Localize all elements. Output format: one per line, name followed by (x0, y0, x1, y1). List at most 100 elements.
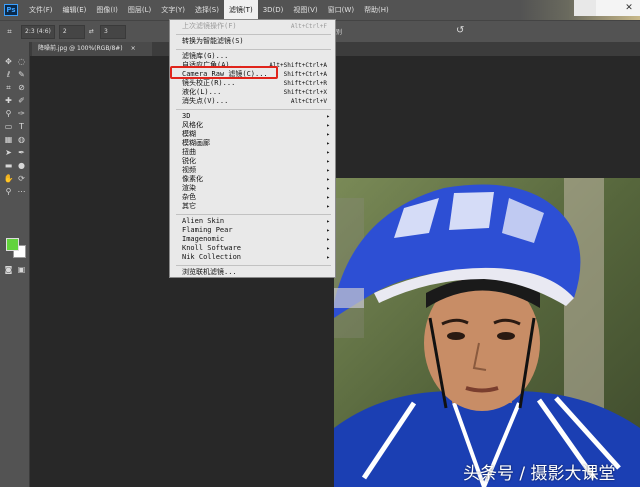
photo-illustration (334, 178, 640, 487)
screen-mode-icon[interactable]: ▣ (16, 264, 27, 275)
photo-boy-cyclist (334, 178, 640, 487)
plugin-alien-skin-label: Alien Skin (182, 217, 225, 225)
menu-help[interactable]: 帮助(H) (359, 0, 394, 20)
menu-separator (176, 265, 331, 266)
marquee-tool-icon[interactable]: ◌ (16, 56, 27, 67)
last-filter-label: 上次滤镜操作(F) (182, 22, 237, 30)
submenu-arrow-icon: ▸ (326, 218, 330, 225)
submenu-3d-label: 3D (182, 112, 191, 120)
plugin-knoll-software[interactable]: Knoll Software ▸ (170, 244, 335, 253)
menu-file[interactable]: 文件(F) (24, 0, 58, 20)
history-brush-icon[interactable]: ✑ (16, 108, 27, 119)
plugin-imagenomic-label: Imagenomic (182, 235, 225, 243)
submenu-video[interactable]: 视频 ▸ (170, 166, 335, 175)
submenu-arrow-icon: ▸ (326, 227, 330, 234)
submenu-3d[interactable]: 3D ▸ (170, 112, 335, 121)
submenu-sharpen[interactable]: 锐化 ▸ (170, 157, 335, 166)
swap-icon[interactable]: ⇄ (89, 28, 94, 35)
maximize-button[interactable] (596, 0, 618, 16)
liquify-item[interactable]: 液化(L)... Shift+Ctrl+X (170, 88, 335, 97)
submenu-arrow-icon: ▸ (326, 113, 330, 120)
path-select-icon[interactable]: ➤ (3, 147, 14, 158)
submenu-pixelate[interactable]: 像素化 ▸ (170, 175, 335, 184)
menu-type[interactable]: 文字(Y) (156, 0, 190, 20)
lens-correction-label: 镜头校正(R)... (182, 79, 236, 87)
plugin-imagenomic[interactable]: Imagenomic ▸ (170, 235, 335, 244)
menu-3d[interactable]: 3D(D) (258, 0, 289, 20)
gradient-tool-icon[interactable]: ▦ (3, 134, 14, 145)
eraser-icon[interactable]: ▭ (3, 121, 14, 132)
quick-mask-icon[interactable]: ◙ (3, 264, 14, 275)
menu-filter[interactable]: 滤镜(T) (223, 0, 258, 20)
submenu-stylize[interactable]: 风格化 ▸ (170, 121, 335, 130)
plugin-alien-skin[interactable]: Alien Skin ▸ (170, 217, 335, 226)
submenu-arrow-icon: ▸ (326, 158, 330, 165)
plugin-flaming-pear[interactable]: Flaming Pear ▸ (170, 226, 335, 235)
submenu-arrow-icon: ▸ (326, 131, 330, 138)
foreground-color-swatch[interactable] (6, 238, 19, 251)
menu-window[interactable]: 窗口(W) (323, 0, 359, 20)
menu-image[interactable]: 图像(I) (91, 0, 123, 20)
tab-close-icon[interactable]: × (131, 45, 136, 52)
filter-gallery-item[interactable]: 滤镜库(G)... (170, 52, 335, 61)
menu-view[interactable]: 视图(V) (288, 0, 322, 20)
ratio-height-input[interactable]: 3 (99, 24, 126, 39)
menu-edit[interactable]: 编辑(E) (58, 0, 92, 20)
submenu-arrow-icon: ▸ (326, 122, 330, 129)
more-tools-icon[interactable]: ⋯ (16, 186, 27, 197)
photoshop-logo: Ps (4, 4, 18, 16)
submenu-stylize-label: 风格化 (182, 121, 203, 129)
menu-layer[interactable]: 图层(L) (123, 0, 156, 20)
crop-tool-icon[interactable]: ⌗ (4, 26, 15, 37)
reset-icon[interactable]: ↺ (456, 25, 464, 36)
menu-select[interactable]: 选择(S) (190, 0, 224, 20)
clone-stamp-icon[interactable]: ⚲ (3, 108, 14, 119)
menu-separator (176, 214, 331, 215)
ratio-select[interactable]: 2:3 (4:6) (21, 24, 55, 39)
submenu-noise-label: 杂色 (182, 193, 196, 201)
submenu-arrow-icon: ▸ (326, 185, 330, 192)
submenu-distort[interactable]: 扭曲 ▸ (170, 148, 335, 157)
submenu-pixelate-label: 像素化 (182, 175, 203, 183)
quick-select-icon[interactable]: ✎ (16, 69, 27, 80)
healing-brush-icon[interactable]: ✚ (3, 95, 14, 106)
submenu-blur[interactable]: 模糊 ▸ (170, 130, 335, 139)
submenu-blur-label: 模糊 (182, 130, 196, 138)
rectangle-tool-icon[interactable]: ▬ (3, 160, 14, 171)
liquify-shortcut: Shift+Ctrl+X (283, 89, 327, 96)
lasso-tool-icon[interactable]: ℓ (3, 69, 14, 80)
lens-correction-shortcut: Shift+Ctrl+R (283, 80, 327, 87)
close-button[interactable]: ✕ (618, 0, 640, 16)
plugin-nik-collection-label: Nik Collection (182, 253, 242, 261)
rotate-view-icon[interactable]: ⟳ (16, 173, 27, 184)
plugin-nik-collection[interactable]: Nik Collection ▸ (170, 253, 335, 262)
browse-filters-online-item[interactable]: 浏览联机滤镜... (170, 268, 335, 277)
plugin-knoll-software-label: Knoll Software (182, 244, 242, 252)
plugin-flaming-pear-label: Flaming Pear (182, 226, 233, 234)
lens-correction-item[interactable]: 镜头校正(R)... Shift+Ctrl+R (170, 79, 335, 88)
type-tool-icon[interactable]: T (16, 121, 27, 132)
zoom-tool-icon[interactable]: ⚲ (3, 186, 14, 197)
ratio-width-input[interactable]: 2 (58, 24, 85, 39)
minimize-button[interactable] (574, 0, 596, 16)
menu-separator (176, 109, 331, 110)
submenu-render[interactable]: 渲染 ▸ (170, 184, 335, 193)
last-filter-shortcut: Alt+Ctrl+F (290, 23, 327, 30)
eyedropper-icon[interactable]: ⊘ (16, 82, 27, 93)
submenu-other[interactable]: 其它 ▸ (170, 202, 335, 211)
submenu-arrow-icon: ▸ (326, 236, 330, 243)
convert-smart-filter-item[interactable]: 转换为智能滤镜(S) (170, 37, 335, 46)
crop-icon[interactable]: ⌗ (3, 82, 14, 93)
submenu-blur-gallery[interactable]: 模糊画廊 ▸ (170, 139, 335, 148)
pen-tool-icon[interactable]: ✒ (16, 147, 27, 158)
dodge-tool-icon[interactable]: ● (16, 160, 27, 171)
submenu-other-label: 其它 (182, 202, 196, 210)
submenu-arrow-icon: ▸ (326, 245, 330, 252)
vanishing-point-item[interactable]: 消失点(V)... Alt+Ctrl+V (170, 97, 335, 106)
move-tool-icon[interactable]: ✥ (3, 56, 14, 67)
submenu-noise[interactable]: 杂色 ▸ (170, 193, 335, 202)
blur-tool-icon[interactable]: ◍ (16, 134, 27, 145)
document-tab[interactable]: 降噪前.jpg @ 100%(RGB/8#) × (32, 42, 152, 56)
hand-tool-icon[interactable]: ✋ (3, 173, 14, 184)
brush-tool-icon[interactable]: ✐ (16, 95, 27, 106)
